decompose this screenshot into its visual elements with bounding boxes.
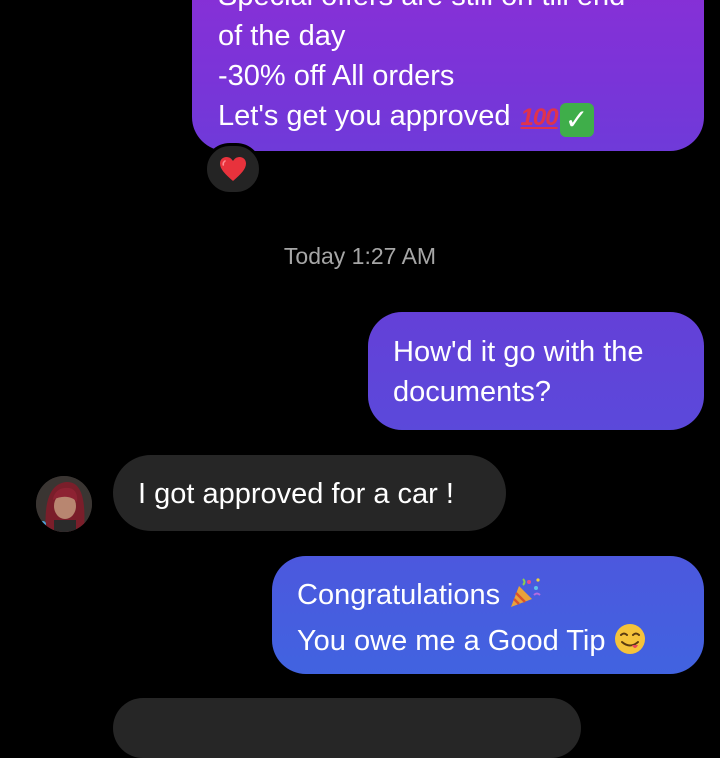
hundred-points-icon: 100 — [520, 104, 559, 131]
check-mark-icon: ✓ — [559, 103, 594, 137]
incoming-message-approved[interactable]: I got approved for a car ! — [113, 455, 506, 531]
message-text: I got approved for a car ! — [138, 478, 454, 510]
incoming-message-partial[interactable] — [113, 698, 581, 758]
message-text: Congratulations — [297, 579, 501, 611]
avatar-image — [36, 476, 92, 532]
message-text: Let's get you approved — [218, 100, 511, 132]
message-line: How'd it go with the — [393, 336, 644, 368]
heart-icon — [220, 157, 246, 181]
yum-face-icon — [613, 622, 647, 667]
message-line-with-emoji: Let's get you approved 100 ✓ — [218, 96, 678, 138]
message-text: You owe me a Good Tip — [297, 625, 606, 657]
outgoing-message-documents[interactable]: How'd it go with the documents? — [368, 312, 704, 430]
contact-avatar[interactable] — [36, 476, 92, 532]
outgoing-message-congrats[interactable]: Congratulations You owe me a Good Tip — [272, 556, 704, 674]
message-reaction[interactable] — [204, 143, 262, 195]
outgoing-message-offers[interactable]: Special offers are still on till end of … — [192, 0, 704, 151]
message-line: of the day — [218, 20, 346, 52]
timestamp: Today 1:27 AM — [283, 243, 437, 269]
message-line: Special offers are still on till end — [218, 0, 678, 16]
message-line-with-emoji: You owe me a Good Tip — [297, 621, 678, 667]
party-popper-icon — [508, 576, 542, 621]
message-line: documents? — [393, 376, 551, 408]
message-line: -30% off All orders — [218, 60, 455, 92]
message-line-with-emoji: Congratulations — [297, 575, 678, 621]
